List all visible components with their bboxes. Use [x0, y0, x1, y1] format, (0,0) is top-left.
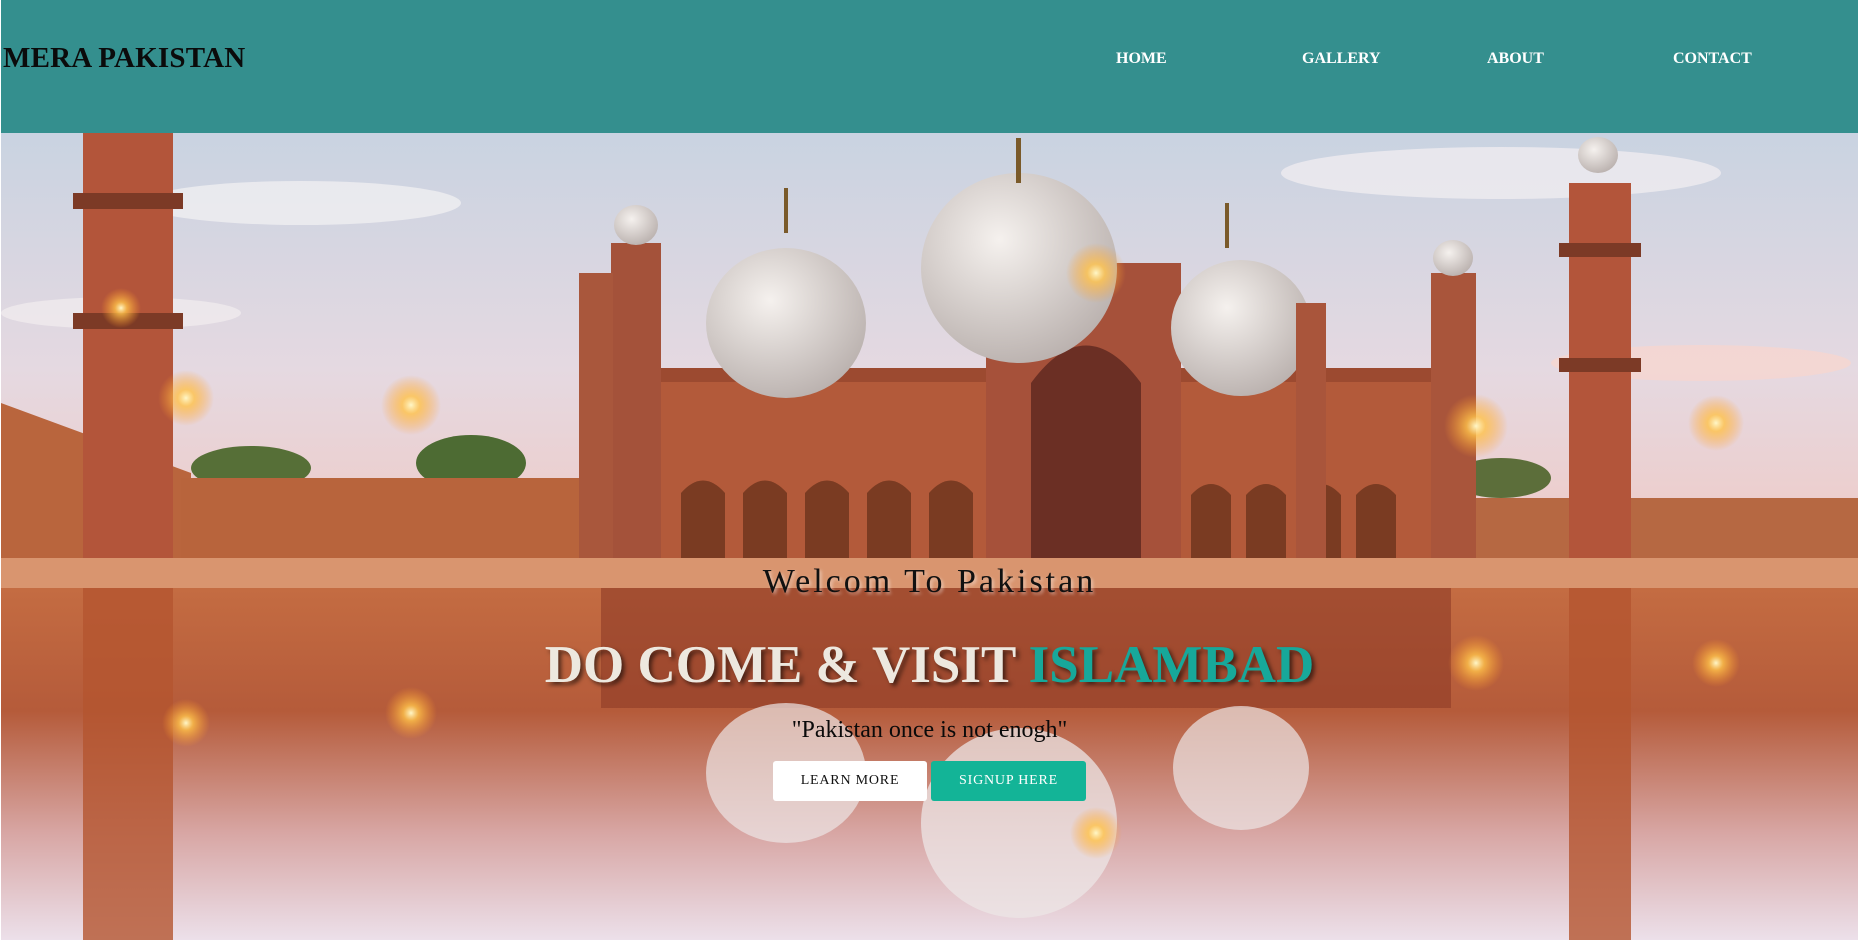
hero-content: Welcom To Pakistan DO COME & VISIT ISLAM… — [1, 133, 1858, 940]
headline-main: DO COME & VISIT — [544, 636, 1029, 694]
site-brand[interactable]: MERA PAKISTAN — [3, 42, 245, 75]
nav-link-gallery[interactable]: GALLERY — [1302, 50, 1381, 68]
nav-link-home[interactable]: HOME — [1116, 50, 1167, 68]
hero-headline: DO COME & VISIT ISLAMBAD — [1, 635, 1858, 695]
welcome-heading: Welcom To Pakistan — [762, 563, 1097, 600]
hero-quote: "Pakistan once is not enogh" — [791, 717, 1068, 743]
navbar: MERA PAKISTAN HOME GALLERY ABOUT CONTACT — [1, 0, 1858, 133]
hero-section: Welcom To Pakistan DO COME & VISIT ISLAM… — [1, 133, 1858, 940]
nav-link-about[interactable]: ABOUT — [1487, 50, 1544, 68]
nav-link-contact[interactable]: CONTACT — [1673, 50, 1752, 68]
learn-more-button[interactable]: LEARN MORE — [773, 761, 927, 801]
signup-button[interactable]: SIGNUP HERE — [931, 761, 1086, 801]
headline-accent: ISLAMBAD — [1028, 636, 1315, 694]
